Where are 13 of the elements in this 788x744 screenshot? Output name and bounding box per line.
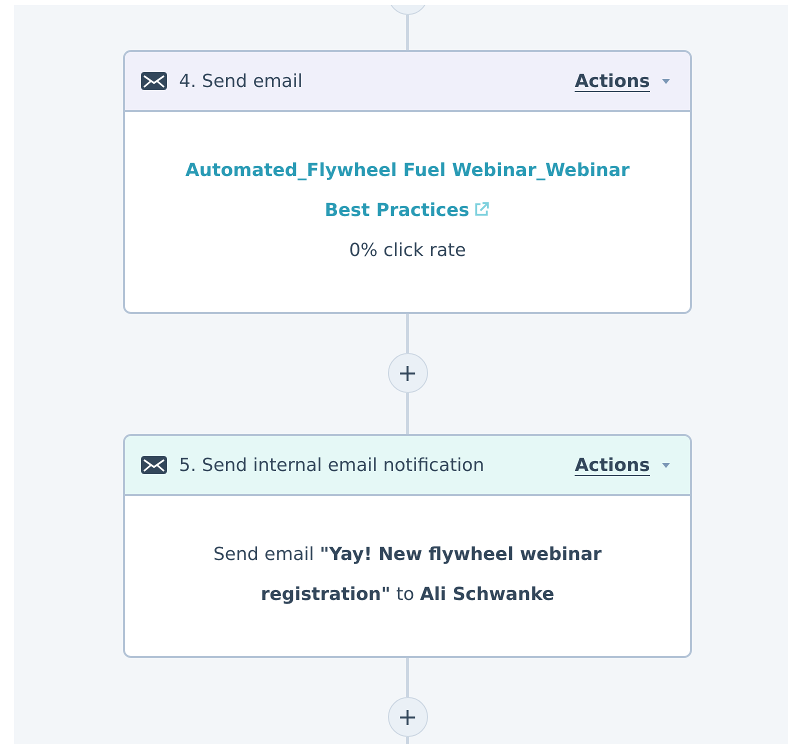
actions-dropdown[interactable]: Actions: [574, 454, 670, 476]
add-step-button[interactable]: +: [388, 353, 428, 393]
envelope-icon: [141, 72, 167, 90]
external-link-icon: [473, 201, 490, 218]
envelope-icon: [141, 456, 167, 474]
step-title: 5. Send internal email notification: [179, 454, 486, 476]
actions-dropdown[interactable]: Actions: [574, 70, 670, 92]
notification-description: Send email "Yay! New flywheel webinar registration" to Ali Schwanke: [212, 543, 603, 607]
caret-icon: [662, 78, 670, 84]
add-step-button[interactable]: +: [388, 697, 428, 737]
step-title: 4. Send email: [179, 70, 304, 92]
caret-icon: [662, 462, 670, 468]
click-rate: 0% click rate: [348, 239, 467, 263]
